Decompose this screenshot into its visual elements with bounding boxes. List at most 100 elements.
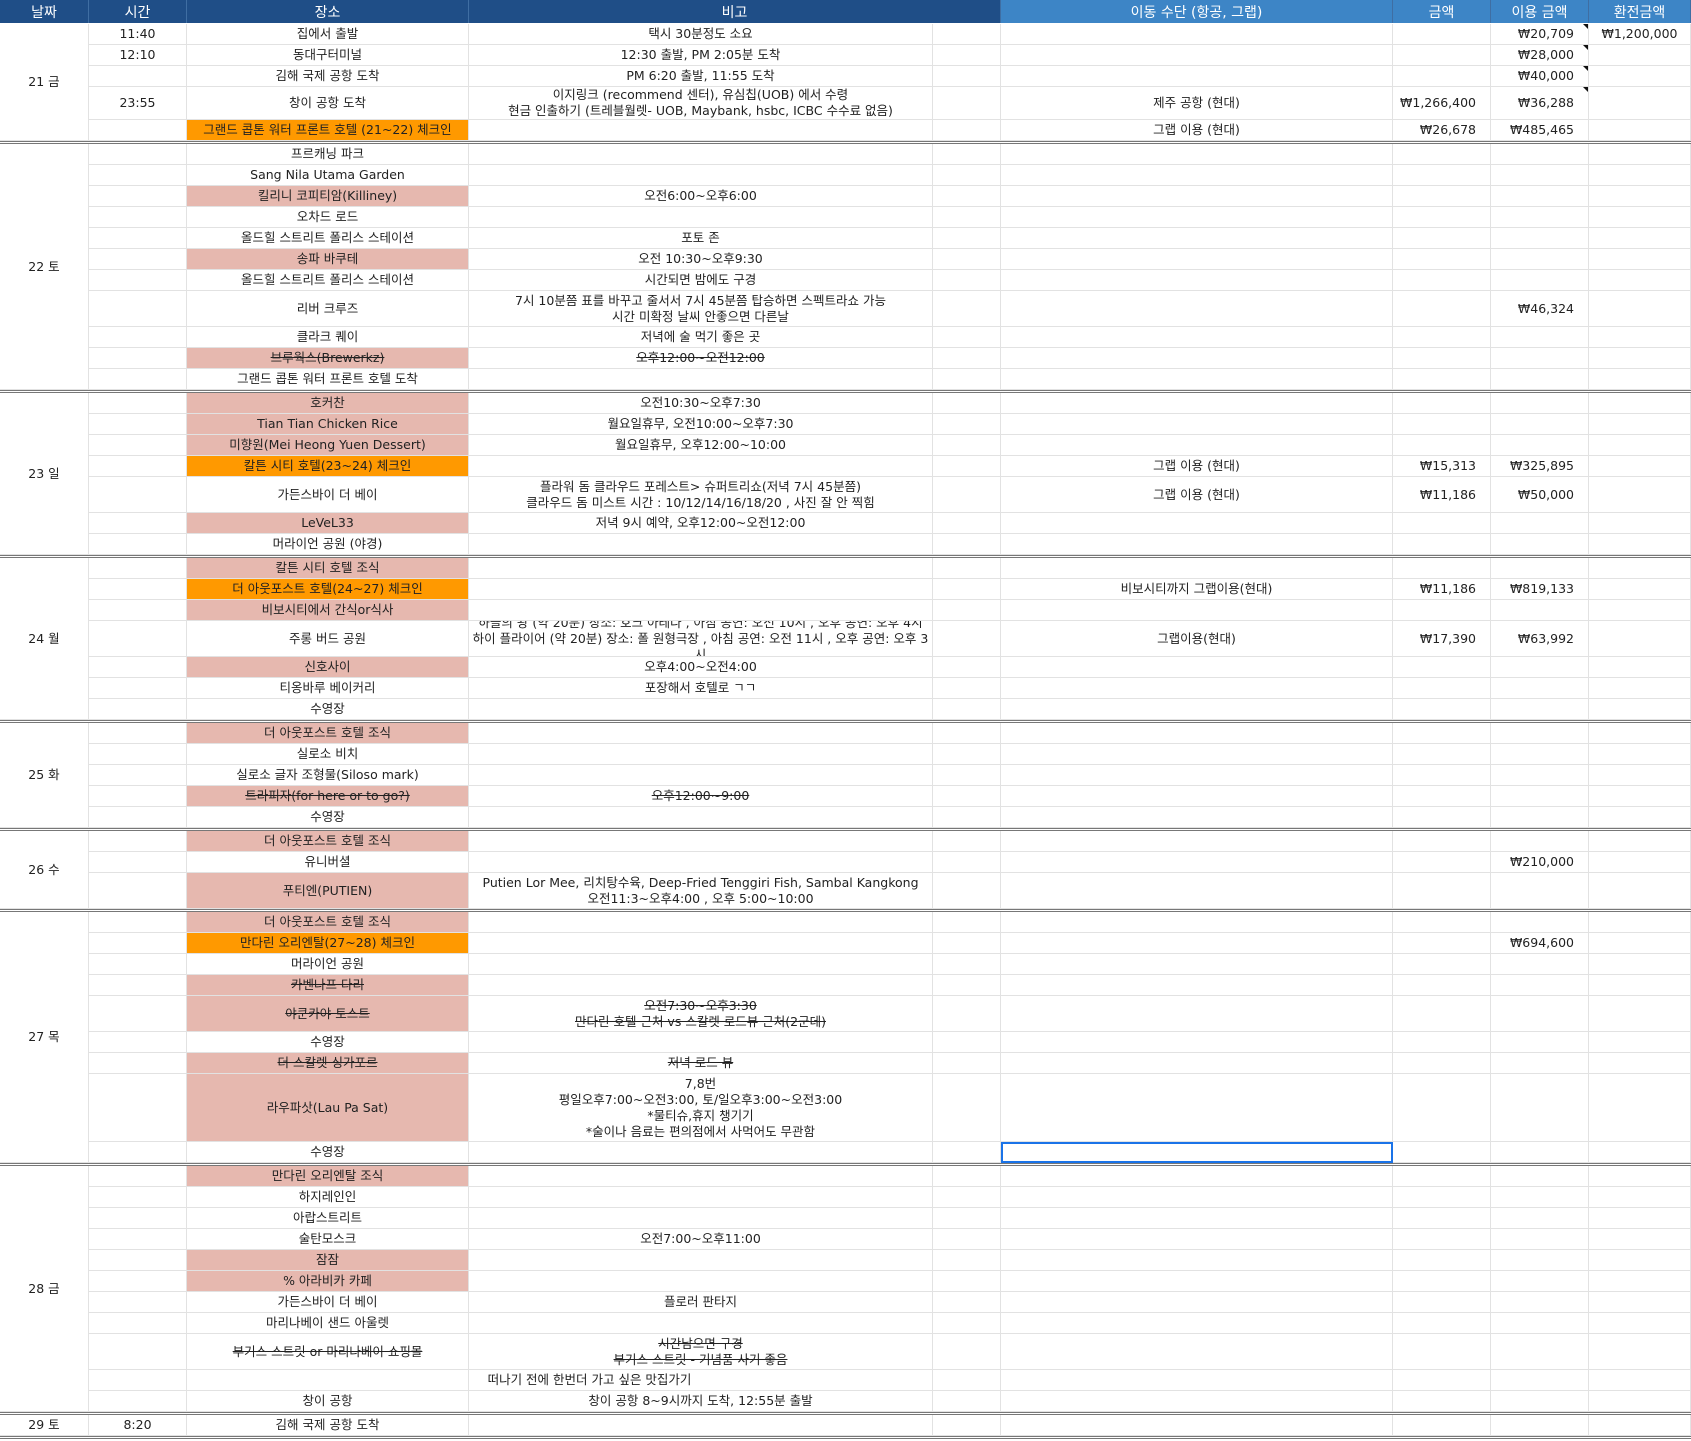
spacer-cell[interactable]: [933, 120, 1001, 141]
note-cell[interactable]: [469, 807, 933, 828]
exchange-cell[interactable]: [1589, 348, 1691, 369]
time-cell[interactable]: [89, 1074, 187, 1142]
amount-cell[interactable]: [1393, 249, 1491, 270]
transport-cell[interactable]: [1001, 852, 1393, 873]
spacer-cell[interactable]: [933, 579, 1001, 600]
transport-cell[interactable]: [1001, 369, 1393, 390]
use-amount-cell[interactable]: [1491, 414, 1589, 435]
exchange-cell[interactable]: [1589, 852, 1691, 873]
note-cell[interactable]: 12:30 출발, PM 2:05분 도착: [469, 45, 933, 66]
spacer-cell[interactable]: [933, 165, 1001, 186]
exchange-cell[interactable]: [1589, 786, 1691, 807]
spacer-cell[interactable]: [933, 369, 1001, 390]
transport-cell[interactable]: [1001, 933, 1393, 954]
use-amount-cell[interactable]: [1491, 1187, 1589, 1208]
time-cell[interactable]: [89, 912, 187, 933]
use-amount-cell[interactable]: ₩819,133: [1491, 579, 1589, 600]
time-cell[interactable]: [89, 1032, 187, 1053]
transport-cell[interactable]: [1001, 144, 1393, 165]
spacer-cell[interactable]: [933, 975, 1001, 996]
transport-cell[interactable]: [1001, 996, 1393, 1032]
amount-cell[interactable]: [1393, 1271, 1491, 1292]
header-place[interactable]: 장소: [187, 0, 469, 23]
exchange-cell[interactable]: [1589, 996, 1691, 1032]
transport-cell[interactable]: [1001, 165, 1393, 186]
note-cell[interactable]: 포토 존: [469, 228, 933, 249]
note-cell[interactable]: 오전7:00~오후11:00: [469, 1229, 933, 1250]
use-amount-cell[interactable]: [1491, 1032, 1589, 1053]
exchange-cell[interactable]: [1589, 744, 1691, 765]
transport-cell[interactable]: 제주 공항 (현대): [1001, 87, 1393, 120]
amount-cell[interactable]: [1393, 435, 1491, 456]
exchange-cell[interactable]: [1589, 1370, 1691, 1391]
transport-cell[interactable]: [1001, 699, 1393, 720]
amount-cell[interactable]: [1393, 954, 1491, 975]
exchange-cell[interactable]: [1589, 291, 1691, 327]
place-cell[interactable]: 술탄모스크: [187, 1229, 469, 1250]
time-cell[interactable]: [89, 249, 187, 270]
exchange-cell[interactable]: [1589, 1208, 1691, 1229]
use-amount-cell[interactable]: [1491, 831, 1589, 852]
exchange-cell[interactable]: [1589, 765, 1691, 786]
exchange-cell[interactable]: [1589, 678, 1691, 699]
amount-cell[interactable]: [1393, 852, 1491, 873]
note-cell[interactable]: [469, 369, 933, 390]
use-amount-cell[interactable]: [1491, 786, 1589, 807]
header-exchange[interactable]: 환전금액: [1589, 0, 1691, 23]
spacer-cell[interactable]: [933, 786, 1001, 807]
note-cell[interactable]: [469, 558, 933, 579]
time-cell[interactable]: 23:55: [89, 87, 187, 120]
use-amount-cell[interactable]: [1491, 348, 1589, 369]
exchange-cell[interactable]: [1589, 873, 1691, 909]
note-cell[interactable]: 저녁에 술 먹기 좋은 곳: [469, 327, 933, 348]
place-cell[interactable]: 비보시티에서 간식or식사: [187, 600, 469, 621]
use-amount-cell[interactable]: [1491, 228, 1589, 249]
spacer-cell[interactable]: [933, 534, 1001, 555]
exchange-cell[interactable]: [1589, 831, 1691, 852]
exchange-cell[interactable]: [1589, 1229, 1691, 1250]
time-cell[interactable]: [89, 66, 187, 87]
place-cell[interactable]: 더 아웃포스트 호텔(24~27) 체크인: [187, 579, 469, 600]
time-cell[interactable]: [89, 1142, 187, 1163]
place-cell[interactable]: 더 아웃포스트 호텔 조식: [187, 723, 469, 744]
exchange-cell[interactable]: [1589, 87, 1691, 120]
exchange-cell[interactable]: [1589, 270, 1691, 291]
exchange-cell[interactable]: [1589, 186, 1691, 207]
spacer-cell[interactable]: [933, 1370, 1001, 1391]
spacer-cell[interactable]: [933, 1074, 1001, 1142]
place-cell[interactable]: 아랍스트리트: [187, 1208, 469, 1229]
exchange-cell[interactable]: [1589, 723, 1691, 744]
use-amount-cell[interactable]: [1491, 369, 1589, 390]
place-cell[interactable]: 칼튼 시티 호텔 조식: [187, 558, 469, 579]
place-cell[interactable]: 야쿤카야 토스트: [187, 996, 469, 1032]
transport-cell[interactable]: [1001, 831, 1393, 852]
amount-cell[interactable]: [1393, 1032, 1491, 1053]
amount-cell[interactable]: [1393, 45, 1491, 66]
exchange-cell[interactable]: [1589, 1271, 1691, 1292]
use-amount-cell[interactable]: [1491, 723, 1589, 744]
time-cell[interactable]: [89, 393, 187, 414]
spacer-cell[interactable]: [933, 723, 1001, 744]
use-amount-cell[interactable]: ₩210,000: [1491, 852, 1589, 873]
time-cell[interactable]: [89, 933, 187, 954]
transport-cell[interactable]: [1001, 249, 1393, 270]
exchange-cell[interactable]: [1589, 165, 1691, 186]
date-cell[interactable]: 28 금: [0, 1166, 89, 1412]
time-cell[interactable]: [89, 807, 187, 828]
spacer-cell[interactable]: [933, 699, 1001, 720]
use-amount-cell[interactable]: [1491, 954, 1589, 975]
time-cell[interactable]: [89, 1370, 187, 1391]
spacer-cell[interactable]: [933, 807, 1001, 828]
place-cell[interactable]: 잠잠: [187, 1250, 469, 1271]
exchange-cell[interactable]: [1589, 144, 1691, 165]
transport-cell[interactable]: [1001, 1032, 1393, 1053]
exchange-cell[interactable]: [1589, 327, 1691, 348]
spacer-cell[interactable]: [933, 1208, 1001, 1229]
date-cell[interactable]: 23 일: [0, 393, 89, 555]
exchange-cell[interactable]: [1589, 1250, 1691, 1271]
place-cell[interactable]: 부기스 스트릿 or 마리나베이 쇼핑몰: [187, 1334, 469, 1370]
time-cell[interactable]: [89, 852, 187, 873]
note-cell[interactable]: 월요일휴무, 오후12:00~10:00: [469, 435, 933, 456]
use-amount-cell[interactable]: ₩20,709: [1491, 24, 1589, 45]
amount-cell[interactable]: [1393, 1229, 1491, 1250]
